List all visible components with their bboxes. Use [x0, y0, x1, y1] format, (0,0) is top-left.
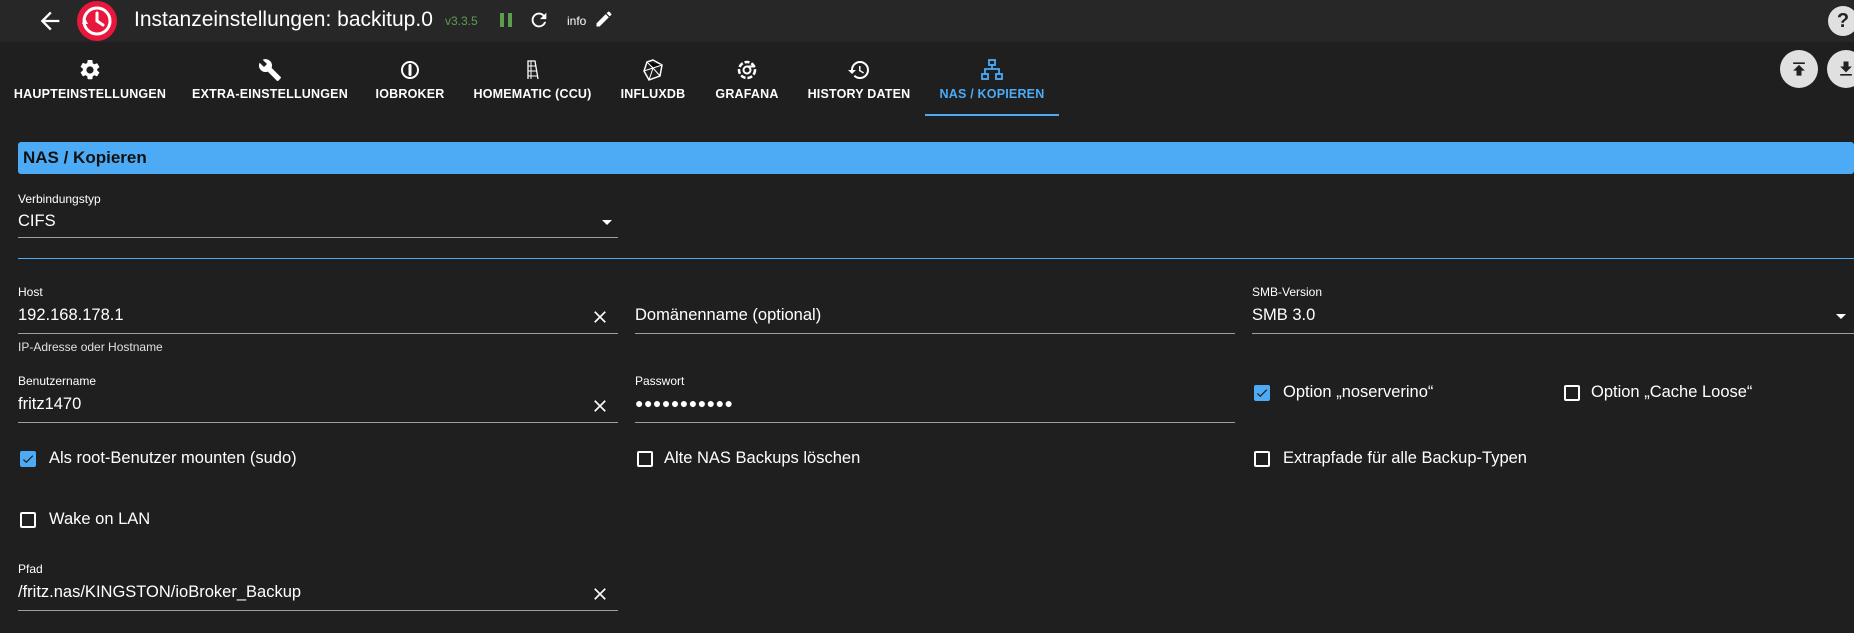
- domain-placeholder: Domänenname (optional): [635, 306, 822, 324]
- sudo-label: Als root-Benutzer mounten (sudo): [49, 449, 297, 467]
- tab-iobroker[interactable]: IOBROKER: [360, 42, 460, 116]
- upload-icon: [1793, 62, 1805, 76]
- grafana-icon: [737, 60, 757, 80]
- noserverino-label: Option „noserverino“: [1283, 383, 1434, 401]
- download-icon: [1840, 61, 1852, 76]
- network-icon: [981, 59, 1003, 80]
- tab-label: HOMEMATIC (CCU): [473, 87, 592, 101]
- noserverino-checkbox-row[interactable]: Option „noserverino“: [1252, 383, 1512, 407]
- connection-type-select[interactable]: CIFS: [18, 208, 618, 238]
- section-header: NAS / Kopieren: [18, 142, 1854, 174]
- smb-version-select[interactable]: SMB 3.0: [1252, 300, 1854, 334]
- dropdown-caret-icon: [1836, 314, 1846, 319]
- tab-homematic[interactable]: HOMEMATIC (CCU): [460, 42, 605, 116]
- tab-label: HISTORY DATEN: [807, 87, 911, 101]
- clear-icon[interactable]: [590, 396, 610, 416]
- tab-label: EXTRA-EINSTELLUNGEN: [192, 87, 348, 101]
- tab-nas-kopieren[interactable]: NAS / KOPIEREN: [925, 42, 1059, 116]
- wrench-icon: [258, 59, 281, 81]
- password-input[interactable]: ●●●●●●●●●●●: [635, 389, 1235, 423]
- homematic-icon: [526, 60, 539, 80]
- influxdb-icon: [643, 59, 663, 81]
- path-input[interactable]: /fritz.nas/KINGSTON/ioBroker_Backup: [18, 577, 618, 611]
- delete-old-label: Alte NAS Backups löschen: [664, 449, 861, 467]
- checkmark-icon: [22, 455, 34, 464]
- upload-settings-button[interactable]: [1780, 50, 1818, 88]
- wake-on-lan-checkbox[interactable]: [20, 512, 36, 528]
- input-underline: [18, 333, 618, 334]
- active-tab-indicator: [925, 114, 1059, 116]
- username-input[interactable]: fritz1470: [18, 389, 618, 423]
- password-label: Passwort: [635, 374, 685, 388]
- host-label: Host: [18, 285, 43, 299]
- clear-icon[interactable]: [590, 584, 610, 604]
- delete-old-checkbox-row[interactable]: Alte NAS Backups löschen: [635, 449, 1035, 473]
- connection-type-value: CIFS: [18, 212, 56, 230]
- dropdown-caret-icon: [602, 220, 612, 225]
- tab-label: GRAFANA: [715, 87, 779, 101]
- host-input[interactable]: 192.168.178.1: [18, 300, 618, 334]
- tab-haupteinstellungen[interactable]: HAUPTEINSTELLUNGEN: [0, 42, 180, 116]
- password-value: ●●●●●●●●●●●: [635, 395, 734, 411]
- input-underline: [18, 237, 618, 238]
- tab-influxdb[interactable]: INFLUXDB: [605, 42, 701, 116]
- tab-grafana[interactable]: GRAFANA: [701, 42, 793, 116]
- tab-label: IOBROKER: [375, 87, 445, 101]
- smb-version-label: SMB-Version: [1252, 285, 1323, 299]
- tab-label: NAS / KOPIEREN: [939, 87, 1045, 101]
- history-icon: [848, 61, 869, 80]
- username-label: Benutzername: [18, 374, 97, 388]
- edit-pencil-icon[interactable]: [594, 9, 614, 29]
- cache-loose-checkbox[interactable]: [1564, 385, 1580, 401]
- path-label: Pfad: [18, 562, 43, 576]
- checkmark-icon: [1256, 389, 1268, 398]
- backitup-logo-icon: [77, 1, 117, 41]
- download-settings-button[interactable]: [1827, 50, 1854, 88]
- input-underline: [1252, 333, 1854, 334]
- extra-paths-checkbox-row[interactable]: Extrapfade für alle Backup-Typen: [1252, 449, 1652, 473]
- section-title: NAS / Kopieren: [23, 148, 147, 167]
- wake-on-lan-checkbox-row[interactable]: Wake on LAN: [18, 510, 318, 534]
- reload-icon[interactable]: [528, 9, 550, 31]
- input-underline: [635, 422, 1235, 423]
- back-arrow-icon[interactable]: [36, 7, 64, 35]
- sudo-checkbox-row[interactable]: Als root-Benutzer mounten (sudo): [18, 449, 418, 473]
- pause-icon[interactable]: [496, 10, 516, 30]
- extra-paths-checkbox[interactable]: [1254, 451, 1270, 467]
- input-underline: [18, 422, 618, 423]
- extra-paths-label: Extrapfade für alle Backup-Typen: [1283, 449, 1527, 467]
- section-divider: [18, 258, 1854, 259]
- noserverino-checkbox[interactable]: [1254, 385, 1270, 401]
- version-label: v3.3.5: [445, 14, 478, 28]
- host-helper-text: IP-Adresse oder Hostname: [18, 340, 163, 354]
- tab-history-daten[interactable]: HISTORY DATEN: [793, 42, 925, 116]
- connection-type-label: Verbindungstyp: [18, 192, 101, 206]
- clear-icon[interactable]: [590, 307, 610, 327]
- cache-loose-label: Option „Cache Loose“: [1591, 383, 1753, 401]
- tab-label: INFLUXDB: [620, 87, 686, 101]
- cache-loose-checkbox-row[interactable]: Option „Cache Loose“: [1562, 383, 1822, 407]
- domain-input[interactable]: Domänenname (optional): [635, 300, 1235, 334]
- tab-extra-einstellungen[interactable]: EXTRA-EINSTELLUNGEN: [180, 42, 360, 116]
- window-title: Instanzeinstellungen: backitup.0: [134, 8, 433, 31]
- iobroker-icon: [401, 61, 419, 79]
- delete-old-checkbox[interactable]: [637, 451, 653, 467]
- help-icon[interactable]: ?: [1828, 6, 1854, 36]
- tab-label: HAUPTEINSTELLUNGEN: [13, 87, 167, 101]
- host-value: 192.168.178.1: [18, 306, 124, 324]
- smb-version-value: SMB 3.0: [1252, 306, 1316, 324]
- input-underline: [18, 610, 618, 611]
- username-value: fritz1470: [18, 395, 82, 413]
- input-underline: [635, 333, 1235, 334]
- path-value: /fritz.nas/KINGSTON/ioBroker_Backup: [18, 583, 302, 601]
- sudo-checkbox[interactable]: [20, 451, 36, 467]
- info-label[interactable]: info: [567, 14, 586, 28]
- gear-icon: [80, 59, 100, 80]
- wake-on-lan-label: Wake on LAN: [49, 510, 151, 528]
